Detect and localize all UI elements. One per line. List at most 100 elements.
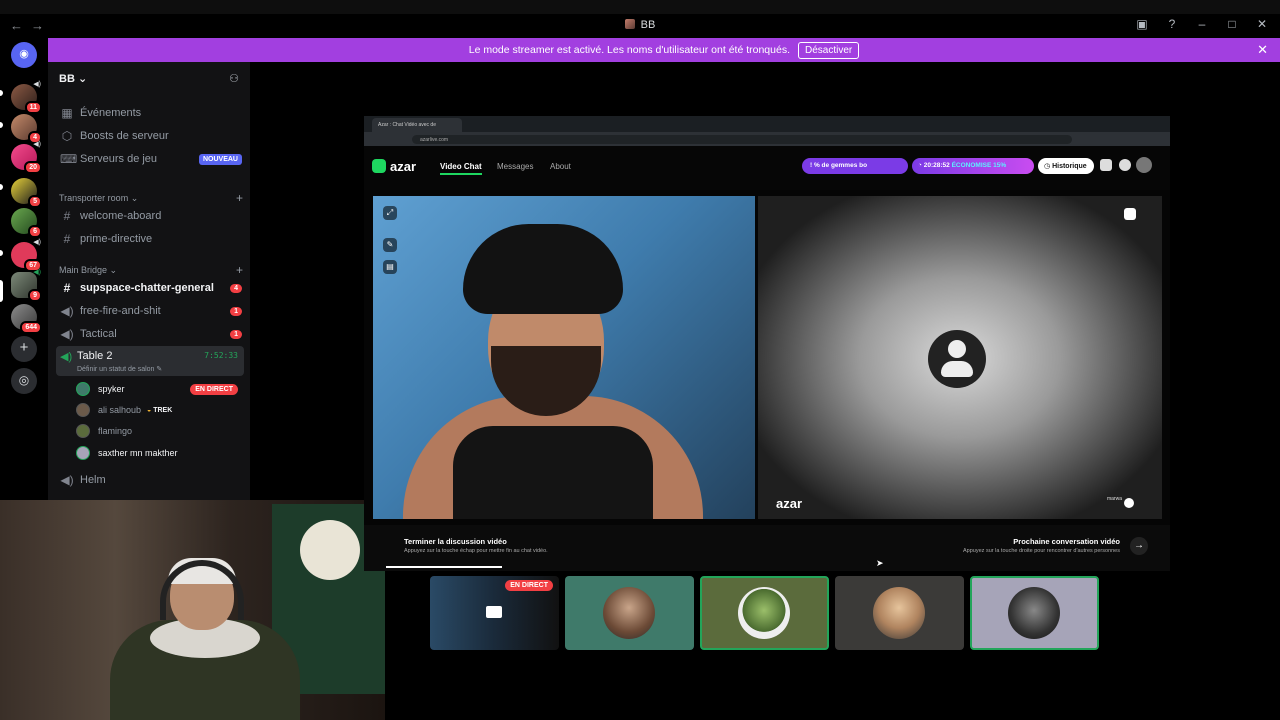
expand-icon[interactable]: ⤢	[383, 206, 397, 220]
server-icon[interactable]: ◀) 20	[11, 141, 42, 174]
profile-avatar[interactable]	[1136, 157, 1152, 173]
category-main-bridge[interactable]: Main Bridge ⌄ +	[59, 263, 243, 277]
explore-button[interactable]: ◎	[11, 368, 37, 394]
sidebar-item-game-servers[interactable]: ⌨ Serveurs de jeu NOUVEAU	[56, 149, 244, 169]
add-server-button[interactable]: +	[11, 336, 37, 362]
window-title: BB	[0, 19, 1280, 31]
speaker-icon: ◀)	[60, 351, 73, 363]
server-icon[interactable]: 4	[11, 114, 42, 144]
add-channel-icon[interactable]: +	[236, 263, 243, 277]
avatar	[873, 587, 925, 639]
participant-tile[interactable]	[970, 576, 1099, 650]
chevron-down-icon: ⌄	[77, 72, 88, 85]
hash-icon: #	[63, 232, 71, 246]
compass-icon: ◎	[18, 373, 30, 387]
selected-pill	[0, 280, 3, 302]
category-transporter-room[interactable]: Transporter room ⌄ +	[59, 191, 243, 205]
mention-badge: 1	[230, 329, 242, 339]
gems-promo-pill[interactable]: ! % de gemmes bo	[802, 158, 908, 174]
voice-user[interactable]: flamingo	[76, 422, 242, 440]
channel-tactical[interactable]: ◀) Tactical 1	[56, 324, 244, 344]
title-bar: ←→ BB ▣ ? – □ ✕	[0, 0, 1280, 38]
browser-tab[interactable]: Azar : Chat Vidéo avec de	[372, 118, 462, 132]
screen-share-icon	[486, 606, 502, 618]
voice-user[interactable]: spyker EN DIRECT	[76, 380, 242, 398]
azar-logo[interactable]: azar	[372, 159, 416, 174]
voice-channel-name: Table 2	[77, 350, 113, 362]
placeholder-avatar-icon	[928, 330, 986, 388]
more-icon[interactable]	[1124, 498, 1134, 508]
history-button[interactable]: ◷ Historique	[1038, 158, 1094, 174]
voice-user[interactable]: ali salhoub ◒ TREK	[76, 401, 242, 419]
banner-message: Le mode streamer est activé. Les noms d'…	[468, 44, 790, 56]
mention-badge: 4	[230, 283, 242, 293]
arrow-right-icon[interactable]: →	[1130, 537, 1148, 555]
hash-icon: #	[63, 209, 71, 223]
nav-video-chat[interactable]: Video Chat	[440, 162, 482, 175]
next-chat-hint[interactable]: Prochaine conversation vidéo Appuyez sur…	[963, 537, 1120, 554]
pencil-icon: ✎	[156, 366, 163, 373]
help-icon[interactable]: ?	[1164, 17, 1180, 31]
close-icon[interactable]: ✕	[1254, 17, 1270, 31]
nav-about[interactable]: About	[550, 162, 571, 171]
shield-icon[interactable]	[1124, 208, 1136, 220]
channel-free-fire-and-shit[interactable]: ◀) free-fire-and-shit 1	[56, 301, 244, 321]
participant-tile[interactable]	[835, 576, 964, 650]
participant-tile[interactable]	[700, 576, 829, 650]
close-icon[interactable]: ✕	[1257, 42, 1268, 58]
channel-helm[interactable]: ◀) Helm	[56, 470, 244, 490]
unread-pill	[0, 122, 3, 128]
clock-icon: ◔	[918, 162, 922, 169]
set-status-link[interactable]: Définir un statut de salon ✎	[77, 365, 162, 373]
new-badge: NOUVEAU	[198, 153, 242, 165]
unread-pill	[0, 250, 3, 256]
sidebar-item-boosts[interactable]: ⬡ Boosts de serveur	[56, 126, 244, 146]
store-icon[interactable]	[1100, 159, 1112, 171]
maximize-icon[interactable]: □	[1224, 17, 1240, 31]
calendar-icon: ▦	[61, 106, 73, 120]
server-icon[interactable]: 5	[11, 178, 42, 208]
window-controls: ▣ ? – □ ✕	[1134, 17, 1270, 31]
discord-logo-icon[interactable]: ◉	[11, 42, 37, 68]
disable-streamer-button[interactable]: Désactiver	[798, 41, 860, 59]
avatar	[738, 587, 790, 639]
server-icon[interactable]: 644	[11, 304, 42, 334]
skull-image	[300, 520, 360, 580]
voice-user[interactable]: saxther mn makther	[76, 444, 242, 462]
live-badge: EN DIRECT	[505, 580, 553, 591]
server-icon[interactable]: ◀) 11	[11, 81, 42, 114]
server-icon[interactable]: 6	[11, 208, 42, 238]
voice-channel-active[interactable]: ◀) Table 2 7:52:33 Définir un statut de …	[56, 346, 244, 376]
speaker-icon: ◀)	[60, 327, 74, 341]
clan-tag: ◒ TREK	[147, 406, 173, 414]
trek-icon: ◒	[147, 406, 152, 414]
server-icon-active[interactable]: ◀) 9	[11, 269, 42, 302]
magic-wand-icon[interactable]: ✎	[383, 238, 397, 252]
server-icon[interactable]: ◀) 67	[11, 239, 42, 272]
filter-icon[interactable]: ▤	[383, 260, 397, 274]
avatar	[76, 382, 90, 396]
sidebar-item-events[interactable]: ▦ Événements	[56, 103, 244, 123]
stream-tile[interactable]: EN DIRECT	[430, 576, 559, 650]
channel-supspace-chatter-general[interactable]: # supspace-chatter-general 4	[56, 278, 244, 298]
screen-share-stream[interactable]: Azar : Chat Vidéo avec de azarlive.com a…	[364, 116, 1170, 571]
nav-messages[interactable]: Messages	[497, 162, 533, 171]
avatar	[603, 587, 655, 639]
add-channel-icon[interactable]: +	[236, 191, 243, 205]
minimize-icon[interactable]: –	[1194, 17, 1210, 31]
remote-video: azar marwa	[758, 196, 1162, 519]
bell-icon[interactable]	[1119, 159, 1131, 171]
chevron-down-icon: ⌄	[109, 265, 118, 275]
add-user-icon[interactable]: ⚇	[229, 72, 239, 85]
screen-share-icon[interactable]: ▣	[1134, 17, 1150, 31]
channel-welcome-aboard[interactable]: # welcome-aboard	[56, 206, 244, 226]
browser-tab-strip: Azar : Chat Vidéo avec de	[364, 116, 1170, 132]
server-header[interactable]: BB ⌄ ⚇	[48, 62, 250, 94]
mention-badge: 1	[230, 306, 242, 316]
channel-prime-directive[interactable]: # prime-directive	[56, 229, 244, 249]
address-bar[interactable]: azarlive.com	[412, 135, 1072, 144]
participant-tile[interactable]	[565, 576, 694, 650]
end-chat-hint[interactable]: Terminer la discussion vidéo Appuyez sur…	[404, 537, 548, 554]
timer-promo-pill[interactable]: ◔ 20:28:52 ÉCONOMISE 15%	[912, 158, 1034, 174]
speaker-icon: ◀)	[33, 141, 41, 148]
